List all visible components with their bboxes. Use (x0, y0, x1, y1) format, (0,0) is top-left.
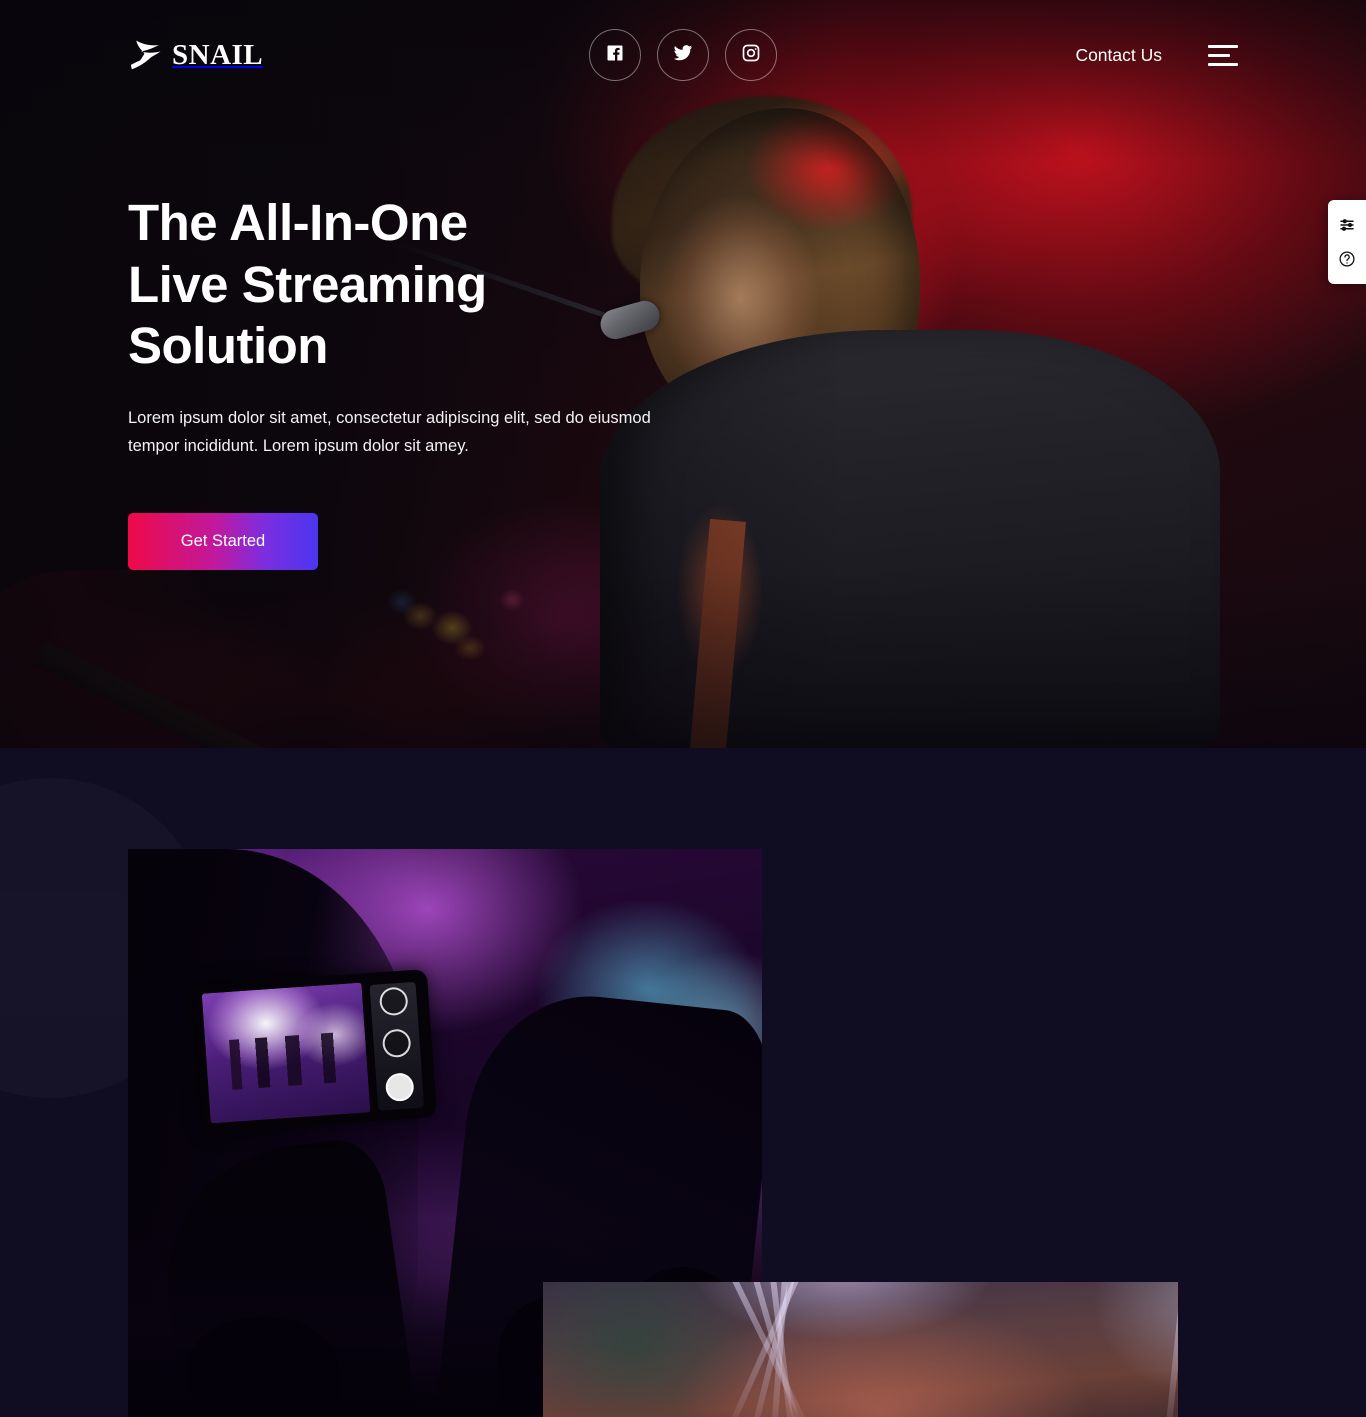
hamburger-menu-icon[interactable] (1208, 44, 1238, 66)
smartphone-shape (193, 969, 437, 1133)
twitter-icon (673, 43, 693, 68)
facebook-icon (605, 43, 625, 68)
social-link-facebook[interactable] (589, 29, 641, 81)
brand-name: SNAIL (172, 38, 264, 71)
phone-screen (201, 982, 371, 1124)
navbar-right: Contact Us (1075, 44, 1238, 66)
side-widget-panel (1328, 200, 1366, 284)
hero-title-line-3: Solution (128, 317, 328, 375)
stage-lights-image (543, 1282, 1178, 1417)
main-navbar: SNAIL Contact Us (0, 0, 1366, 110)
sliders-settings-icon[interactable] (1338, 216, 1356, 234)
phone-control-dot (381, 1028, 412, 1059)
social-link-instagram[interactable] (725, 29, 777, 81)
light-ray-shape (1162, 1282, 1178, 1417)
crowd-head-shape (188, 1317, 338, 1417)
band-on-screen-shape (229, 1032, 343, 1090)
contact-us-link[interactable]: Contact Us (1075, 45, 1162, 66)
hamburger-line (1208, 53, 1230, 57)
phone-control-dot (384, 1072, 415, 1103)
brand-logo[interactable]: SNAIL (128, 37, 263, 73)
hamburger-line (1208, 62, 1238, 66)
hero-title-line-2: Live Streaming (128, 255, 487, 313)
hero-section: SNAIL Contact Us The All-In-One Live Str… (0, 0, 1366, 748)
phone-control-dot (378, 986, 409, 1017)
hamburger-line (1208, 44, 1238, 48)
question-circle-icon[interactable] (1338, 250, 1356, 268)
bird-swoosh-icon (128, 37, 168, 73)
social-links (589, 29, 777, 81)
hero-title-line-1: The All-In-One (128, 194, 468, 251)
audience-section: Reach Your Audience Everywhere Lorem ips… (0, 748, 1366, 1417)
social-link-twitter[interactable] (657, 29, 709, 81)
phone-camera-controls (369, 981, 425, 1111)
hero-title: The All-In-One Live Streaming Solution (128, 192, 708, 377)
light-ray-shape (723, 1282, 817, 1417)
landing-page: SNAIL Contact Us The All-In-One Live Str… (0, 0, 1366, 1417)
hero-subtitle: Lorem ipsum dolor sit amet, consectetur … (128, 409, 651, 456)
instagram-icon (741, 43, 761, 68)
get-started-button[interactable]: Get Started (128, 512, 318, 570)
hero-content: The All-In-One Live Streaming Solution L… (128, 192, 708, 570)
